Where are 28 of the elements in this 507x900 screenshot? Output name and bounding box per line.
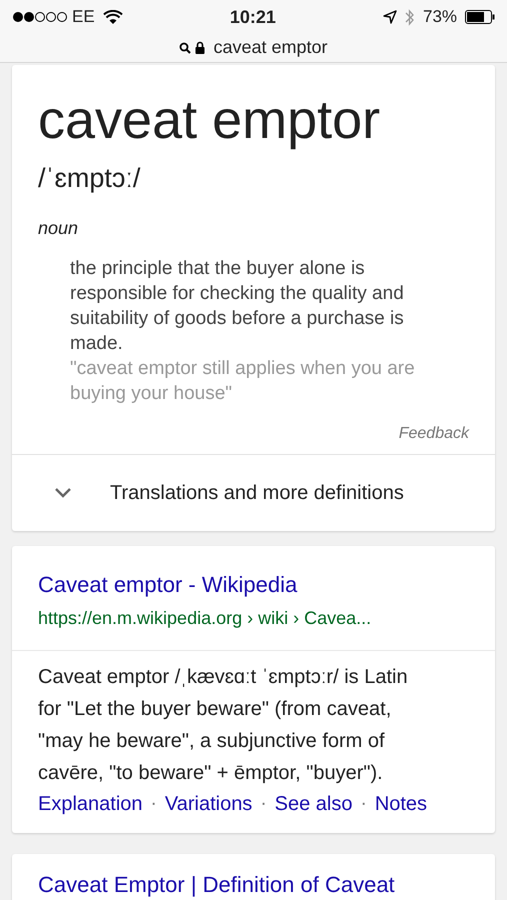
- feedback-link[interactable]: Feedback: [398, 422, 469, 446]
- result-title-link[interactable]: Caveat Emptor | Definition of Caveat: [38, 868, 395, 900]
- link-separator: ·: [150, 792, 157, 816]
- location-arrow-icon: [382, 10, 397, 24]
- lock-icon: [195, 41, 206, 54]
- bluetooth-icon: [404, 8, 415, 26]
- status-time: 10:21: [230, 6, 276, 28]
- search-icon: [179, 42, 192, 54]
- wifi-icon: [102, 10, 123, 24]
- battery-percentage: 73%: [422, 6, 458, 28]
- more-definitions-button[interactable]: Translations and more definitions: [12, 454, 495, 531]
- result-title-link[interactable]: Caveat emptor - Wikipedia: [38, 568, 298, 601]
- link-separator: ·: [260, 792, 267, 816]
- link-separator: ·: [360, 792, 367, 816]
- result-url: https://en.m.wikipedia.org › wiki › Cavea...: [38, 606, 372, 630]
- carrier-name: EE: [72, 6, 95, 28]
- sitelink[interactable]: Explanation: [38, 788, 143, 819]
- result-snippet: Caveat emptor /ˌkævɛɑːt ˈɛmptɔːr/ is Latin for "Let the buyer beware" (from caveat, "may he beware", a subjunctive form of cavēre, "to beware" + ēmptor, "buyer").: [38, 664, 409, 786]
- sitelink[interactable]: See also: [274, 788, 352, 819]
- headword: caveat emptor: [38, 91, 382, 150]
- part-of-speech: noun: [38, 216, 80, 240]
- sitelink[interactable]: Variations: [164, 788, 252, 819]
- example-sentence: "caveat emptor still applies when you are buying your house": [70, 356, 416, 406]
- signal-icon: [12, 11, 68, 23]
- pronunciation: /ˈɛmptɔː/: [38, 162, 142, 196]
- battery-icon: [465, 10, 496, 24]
- sitelink[interactable]: Notes: [374, 788, 428, 819]
- definition-text: the principle that the buyer alone is responsible for checking the quality and suitability of goods before a purchase is made.: [70, 256, 405, 356]
